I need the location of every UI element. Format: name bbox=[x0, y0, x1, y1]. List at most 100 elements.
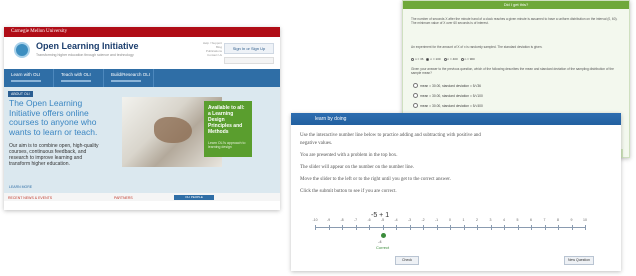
learn-by-doing-screenshot: learn by doing Use the interactive numbe… bbox=[291, 113, 621, 271]
number-line-tick bbox=[315, 225, 316, 230]
slider-value: -4 bbox=[378, 239, 382, 244]
radio-icon[interactable] bbox=[460, 57, 464, 61]
search-input[interactable] bbox=[224, 57, 274, 64]
number-line-tick-label: 4 bbox=[503, 218, 505, 222]
number-line-tick bbox=[355, 225, 357, 230]
number-line-tick bbox=[544, 225, 546, 230]
question-instruction: Given your answer to the previous questi… bbox=[411, 67, 614, 75]
did-i-get-this-header: Did I get this? bbox=[403, 1, 629, 9]
number-line-tick bbox=[490, 225, 492, 230]
choice-item[interactable]: n = 100 bbox=[426, 57, 441, 61]
hero-photo-hand bbox=[154, 117, 192, 143]
choice-item[interactable]: n = 400 bbox=[443, 57, 458, 61]
number-line-tick-label: -4 bbox=[394, 218, 398, 222]
number-line-tick-label: 9 bbox=[570, 218, 573, 222]
footer-news-link[interactable]: RECENT NEWS & EVENTS bbox=[8, 196, 52, 200]
slider-handle[interactable] bbox=[381, 233, 386, 238]
choice-item[interactable]: n = 900 bbox=[460, 57, 475, 61]
number-line-tick-label: 6 bbox=[530, 218, 532, 222]
answer-option[interactable]: mean = 30.00, standard deviation = 5/√10… bbox=[413, 93, 483, 98]
hero-banner: ABOUT OLI The Open Learning Initiative o… bbox=[4, 87, 280, 201]
answer-option[interactable]: mean = 30.00, standard deviation = 5/√40… bbox=[413, 103, 483, 108]
number-line-tick-label: -2 bbox=[421, 218, 425, 222]
number-line-tick bbox=[436, 225, 438, 230]
university-bar[interactable]: Carnegie Mellon University bbox=[4, 27, 280, 37]
number-line-tick bbox=[558, 225, 559, 230]
learn-more-link[interactable]: LEARN MORE bbox=[9, 185, 32, 189]
number-line-tick bbox=[382, 225, 384, 230]
number-line-tick bbox=[463, 225, 465, 230]
number-line-tick-label: 5 bbox=[516, 218, 519, 222]
choice-label: n = 36 bbox=[415, 57, 424, 61]
number-line-tick-label: 8 bbox=[557, 218, 559, 222]
number-line-tick-label: 2 bbox=[476, 218, 478, 222]
number-line-tick bbox=[409, 225, 411, 230]
radio-icon[interactable] bbox=[411, 57, 414, 61]
number-line-tick bbox=[504, 225, 505, 230]
number-line-tick bbox=[450, 225, 451, 230]
instruction-line: The slider will appear on the number on … bbox=[300, 165, 414, 170]
promo-box[interactable]: Available to all: a Learning Design Prin… bbox=[204, 101, 252, 157]
radio-icon[interactable] bbox=[413, 93, 418, 98]
instruction-line: You are presented with a problem in the … bbox=[300, 153, 398, 158]
oli-homepage-screenshot: Carnegie Mellon University Open Learning… bbox=[4, 27, 280, 210]
instruction-line: negative values. bbox=[300, 141, 333, 146]
nav-item-build[interactable]: Build/Research OLI bbox=[104, 69, 154, 87]
number-line-tick-label: 0 bbox=[449, 218, 451, 222]
number-line-tick-label: -5 bbox=[380, 218, 385, 222]
radio-icon[interactable] bbox=[413, 83, 418, 88]
number-line-tick-label: -10 bbox=[312, 218, 318, 222]
site-tagline: Transforming higher education through sc… bbox=[36, 53, 134, 57]
learn-by-doing-body: Use the interactive number line below to… bbox=[291, 125, 621, 271]
nav-label: Learn with OLI bbox=[11, 72, 41, 77]
top-link-contact[interactable]: Contact Us bbox=[203, 53, 222, 57]
number-line-tick-label: -3 bbox=[407, 218, 412, 222]
radio-selected-icon[interactable] bbox=[426, 57, 430, 61]
radio-icon[interactable] bbox=[413, 103, 418, 108]
number-line-tick bbox=[342, 225, 343, 230]
promo-subtitle: Learn OLI's approach to learning design bbox=[208, 141, 246, 149]
check-button[interactable]: Check bbox=[395, 256, 419, 265]
nav-item-teach[interactable]: Teach with OLI bbox=[54, 69, 104, 87]
number-line-tick-label: -7 bbox=[353, 218, 358, 222]
signin-button[interactable]: Sign In or Sign Up bbox=[224, 43, 274, 54]
footer-partners-link[interactable]: PARTNERS bbox=[114, 196, 133, 200]
number-line-tick-label: 1 bbox=[462, 218, 465, 222]
number-line-tick bbox=[477, 225, 478, 230]
number-line-tick bbox=[585, 225, 586, 230]
site-title[interactable]: Open Learning Initiative bbox=[36, 41, 139, 51]
choice-label: n = 400 bbox=[447, 57, 458, 61]
number-line-tick bbox=[328, 225, 330, 230]
learn-by-doing-header: learn by doing bbox=[291, 113, 621, 125]
radio-icon[interactable] bbox=[443, 57, 447, 61]
number-line[interactable]: -10 -9 -8 -7 -6 -5 -4 -3 -2 -1 0 1 2 3 4 5 6 7 8 9 10 bbox=[312, 218, 587, 230]
number-line-tick bbox=[369, 225, 370, 230]
number-line-tick-label: -8 bbox=[340, 218, 344, 222]
option-label: mean = 30.00, standard deviation = 5/√10… bbox=[420, 93, 483, 98]
nav-item-learn[interactable]: Learn with OLI bbox=[4, 69, 54, 87]
nav-label: Build/Research OLI bbox=[111, 72, 151, 77]
number-line-tick-label: 10 bbox=[583, 218, 587, 222]
footer-strip: RECENT NEWS & EVENTS PARTNERS OLI PEOPLE bbox=[4, 193, 280, 201]
choice-label: n = 100 bbox=[430, 57, 441, 61]
oli-logo-icon[interactable] bbox=[14, 42, 30, 58]
new-question-button[interactable]: New Question bbox=[564, 256, 594, 265]
nav-label: Teach with OLI bbox=[61, 72, 91, 77]
site-header: Open Learning Initiative Transforming hi… bbox=[4, 37, 280, 69]
number-line-tick-label: -9 bbox=[326, 218, 331, 222]
number-line-tick bbox=[396, 225, 397, 230]
number-line-tick bbox=[531, 225, 532, 230]
result-text: Correct bbox=[376, 245, 390, 250]
number-line-tick bbox=[571, 225, 573, 230]
choice-label: n = 900 bbox=[464, 57, 475, 61]
about-tag: ABOUT OLI bbox=[8, 91, 33, 97]
number-line-tick-label: 7 bbox=[543, 218, 546, 222]
question-intro: The number of seconds X after the minute… bbox=[411, 17, 618, 25]
number-line-tick bbox=[517, 225, 519, 230]
answer-option[interactable]: mean = 30.00, standard deviation = 5/√36 bbox=[413, 83, 481, 88]
option-label: mean = 30.00, standard deviation = 5/√40… bbox=[420, 103, 483, 108]
choice-item[interactable]: n = 36 bbox=[411, 57, 423, 61]
instruction-line: Use the interactive number line below to… bbox=[300, 133, 481, 138]
number-line-tick-label: 3 bbox=[489, 218, 492, 222]
footer-people-button[interactable]: OLI PEOPLE bbox=[174, 195, 214, 200]
